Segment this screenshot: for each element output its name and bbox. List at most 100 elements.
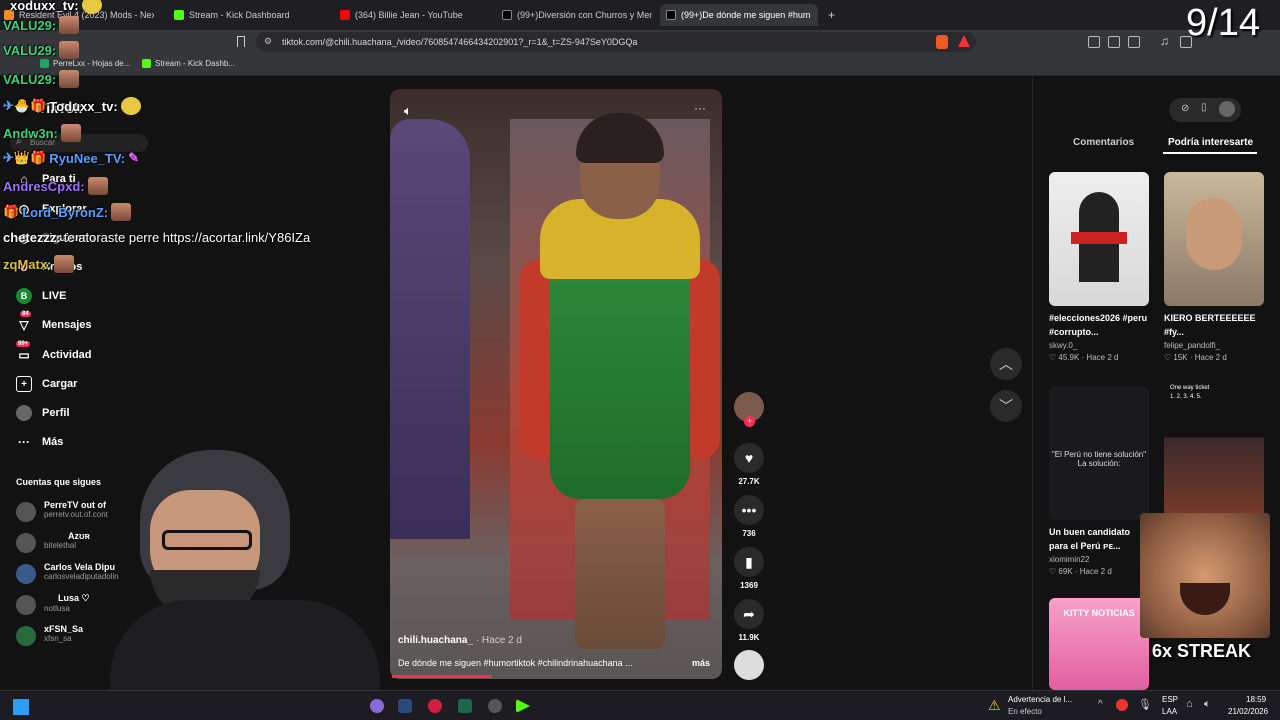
bookmark-icon: ▮ <box>734 547 764 577</box>
kick-icon[interactable] <box>516 699 530 713</box>
suggested-card[interactable]: #elecciones2026 #peru #corrupto... skwy.… <box>1049 172 1149 362</box>
follow-handle: carlosveladiputadolin <box>44 572 119 581</box>
new-tab-icon[interactable]: + <box>828 8 835 22</box>
tray-chevron-icon[interactable]: ^ <box>1098 699 1103 710</box>
nav-mensajes[interactable]: ▽ 84 Mensajes <box>16 311 92 333</box>
volume-icon[interactable]: 🔈︎ <box>1204 698 1211 711</box>
card-meta: ♡ 45.9K · Hace 2 d <box>1049 353 1119 362</box>
puzzle-icon[interactable] <box>1108 36 1120 48</box>
nav-actividad[interactable]: ▭ 99+ Actividad <box>16 341 92 363</box>
steam-icon[interactable] <box>398 699 412 713</box>
suggested-card[interactable]: KITTY NOTICIAS <box>1049 598 1149 690</box>
video-menu-icon[interactable]: ··· <box>694 101 706 115</box>
nav-perfil[interactable]: Perfil <box>16 405 70 421</box>
previous-video-button[interactable]: ︿ <box>990 348 1022 380</box>
avatar <box>16 533 36 553</box>
suggested-card[interactable]: KIERO BERTEEEEEE #fy... felipe_pandolfi_… <box>1164 172 1264 362</box>
opera-icon[interactable] <box>428 699 442 713</box>
next-video-button[interactable]: ﹀ <box>990 390 1022 422</box>
windows-start-icon[interactable] <box>13 699 29 715</box>
suggested-card[interactable]: One way ticket 1. 2. 3. 4. 5. <box>1164 384 1264 518</box>
webcam-shirt <box>110 600 380 690</box>
tab-tiktok-1[interactable]: (99+)Diversión con Churros y Meme <box>502 6 652 24</box>
streak-label: 6x STREAK <box>1152 641 1252 661</box>
chat-message: VALU29: <box>3 16 80 34</box>
chat-message: xoduxx_tv: <box>10 0 102 14</box>
discord-icon[interactable] <box>370 699 384 713</box>
warning-icon[interactable]: ⚠ <box>988 697 1001 714</box>
kick-icon <box>142 59 151 68</box>
wallet-icon[interactable] <box>1128 36 1140 48</box>
bookmark-sheets[interactable]: PerreLxx - Hojas de... <box>40 59 130 68</box>
media-icon[interactable]: ♫ <box>1160 34 1169 48</box>
tab-kick-dashboard[interactable]: Stream - Kick Dashboard <box>174 6 324 24</box>
tray-app-icon[interactable] <box>1116 699 1128 711</box>
follow-name: PerreTV out of <box>44 500 107 510</box>
app-icon[interactable] <box>458 699 472 713</box>
tab-comentarios[interactable]: Comentarios <box>1073 137 1134 148</box>
comment-action[interactable]: ••• 736 <box>734 495 764 538</box>
author-avatar-action[interactable]: + <box>734 392 764 427</box>
follow-name: xFSN_Sa <box>44 624 84 634</box>
chat-emote <box>81 0 102 14</box>
following-item[interactable]: xFSN_Sa xfsn_sa <box>16 624 83 646</box>
tab-podria-interesarte[interactable]: Podría interesarte <box>1168 137 1253 148</box>
tab-tiktok-active[interactable]: (99+)De dónde me siguen #hum✕ <box>660 4 818 26</box>
webcam-overlay <box>110 450 390 690</box>
clock-date[interactable]: 21/02/2026 <box>1228 707 1268 716</box>
url-field[interactable]: ⚙ tiktok.com/@chili.huachana_/video/7608… <box>256 32 976 52</box>
follow-name: Lusa ♡ <box>58 593 90 603</box>
suggested-card[interactable]: "El Perú no tiene solución" La solución:… <box>1049 386 1149 576</box>
save-action[interactable]: ▮ 1369 <box>734 547 764 590</box>
brave-shield-icon[interactable] <box>936 35 948 49</box>
share-action[interactable]: ➦ 11.9K <box>734 599 764 642</box>
card-user: xiomimin22 <box>1049 555 1090 564</box>
video-bystander <box>390 119 470 539</box>
volume-icon[interactable]: 🔈︎ <box>404 103 412 119</box>
site-info-icon[interactable]: ⚙ <box>264 36 272 47</box>
following-item[interactable]: Azʊʀ bitelethal <box>16 531 90 553</box>
nav-cargar[interactable]: + Cargar <box>16 376 77 392</box>
clock-time[interactable]: 18:59 <box>1246 695 1266 704</box>
video-more-link[interactable]: más <box>692 658 710 668</box>
compass-icon[interactable]: ⊘ <box>1181 103 1189 114</box>
follow-plus-icon[interactable]: + <box>744 416 755 427</box>
bookmark-icon[interactable] <box>237 36 245 47</box>
card-likes: 45.9K <box>1058 353 1080 362</box>
tab-youtube[interactable]: (364) Billie Jean - YouTube <box>340 6 490 24</box>
obs-icon[interactable] <box>488 699 502 713</box>
chat-emote <box>120 97 141 115</box>
like-action[interactable]: ♥ 27.7K <box>734 443 764 486</box>
video-player[interactable]: 🔈︎ ··· <box>390 89 722 679</box>
extension-icon[interactable] <box>1088 36 1100 48</box>
chat-user: zqMatx: <box>3 256 52 272</box>
video-progress-bar[interactable] <box>392 675 492 678</box>
heart-icon: ♡ <box>1049 353 1059 362</box>
following-item[interactable]: Lusa ♡ notlusa <box>16 593 90 615</box>
card-thumbnail: KITTY NOTICIAS <box>1049 598 1149 690</box>
network-icon[interactable]: ⌂ <box>1186 698 1193 710</box>
kick-icon <box>174 10 184 20</box>
avatar <box>16 595 36 615</box>
avatar <box>16 502 36 522</box>
bookmark-kick[interactable]: Stream - Kick Dashb... <box>142 59 235 68</box>
thumb-text: KITTY NOTICIAS <box>1063 608 1135 618</box>
following-item[interactable]: PerreTV out of perretv.out.of.cont <box>16 500 108 522</box>
nav-live[interactable]: B LIVE <box>16 288 66 304</box>
nav-mas[interactable]: ··· Más <box>16 434 63 450</box>
follow-handle: bitelethal <box>44 541 77 550</box>
language-indicator[interactable]: ESP <box>1162 695 1178 704</box>
thumb-banner <box>1071 232 1127 244</box>
follow-name: Carlos Vela Dipu <box>44 562 116 572</box>
phone-icon[interactable]: ▯ <box>1201 102 1207 113</box>
chat-emote <box>54 255 75 273</box>
chat-message: ✈🐣🎁 Toduxx_tv: <box>3 97 141 115</box>
chat-message: Andw3n: <box>3 124 81 142</box>
microphone-icon[interactable]: 🎙︎ <box>1138 698 1152 711</box>
sound-action[interactable] <box>734 650 764 680</box>
following-item[interactable]: Carlos Vela Dipu carlosveladiputadolin <box>16 562 119 584</box>
avatar[interactable] <box>1219 101 1235 117</box>
video-author[interactable]: chili.huachana_ <box>398 635 473 646</box>
badge-icon: ✈🐣🎁 <box>3 98 47 113</box>
video-time: · Hace 2 d <box>473 635 522 646</box>
